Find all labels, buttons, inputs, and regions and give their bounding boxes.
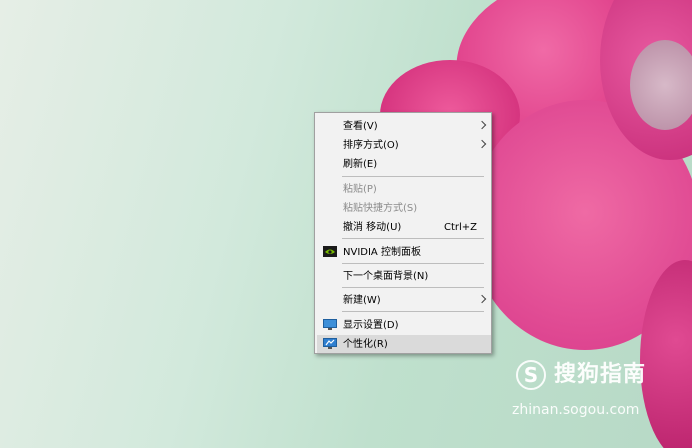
menu-item-label: 个性化(R) bbox=[343, 339, 388, 350]
menu-item-label: 查看(V) bbox=[343, 121, 378, 132]
chevron-right-icon bbox=[477, 139, 487, 149]
menu-item-display-settings[interactable]: 显示设置(D) bbox=[317, 316, 491, 334]
flower-center bbox=[630, 40, 692, 130]
chevron-right-icon bbox=[477, 120, 487, 130]
menu-item-paste[interactable]: 粘贴(P) bbox=[317, 180, 491, 198]
watermark-brand: 搜狗指南 bbox=[554, 362, 647, 387]
chevron-right-icon bbox=[477, 294, 487, 304]
menu-separator bbox=[342, 263, 484, 264]
menu-item-label: 粘贴快捷方式(S) bbox=[343, 203, 418, 214]
menu-separator bbox=[342, 311, 484, 312]
menu-item-refresh[interactable]: 刷新(E) bbox=[317, 155, 491, 173]
menu-item-sort-by[interactable]: 排序方式(O) bbox=[317, 136, 491, 154]
watermark-url: zhinan.sogou.com bbox=[512, 402, 640, 418]
sogou-logo-icon: S bbox=[516, 360, 546, 390]
display-settings-icon bbox=[323, 319, 337, 330]
menu-item-label: 新建(W) bbox=[343, 295, 381, 306]
menu-item-nvidia-control-panel[interactable]: NVIDIA 控制面板 bbox=[317, 243, 491, 261]
menu-separator bbox=[342, 176, 484, 177]
menu-separator bbox=[342, 238, 484, 239]
menu-item-new[interactable]: 新建(W) bbox=[317, 291, 491, 309]
menu-item-label: 显示设置(D) bbox=[343, 320, 399, 331]
sogou-watermark: S 搜狗指南 zhinan.sogou.com bbox=[512, 360, 682, 430]
menu-item-label: 下一个桌面背景(N) bbox=[343, 271, 429, 282]
menu-item-label: 排序方式(O) bbox=[343, 140, 399, 151]
menu-item-shortcut: Ctrl+Z bbox=[443, 222, 477, 233]
menu-item-label: 粘贴(P) bbox=[343, 184, 377, 195]
menu-item-personalize[interactable]: 个性化(R) bbox=[317, 335, 491, 353]
desktop-context-menu: 查看(V) 排序方式(O) 刷新(E) 粘贴(P) 粘贴快捷方式(S) 撤消 移… bbox=[314, 112, 492, 354]
menu-item-label: 撤消 移动(U) bbox=[343, 222, 402, 233]
menu-item-paste-shortcut[interactable]: 粘贴快捷方式(S) bbox=[317, 199, 491, 217]
menu-item-undo-move[interactable]: 撤消 移动(U) Ctrl+Z bbox=[317, 218, 491, 236]
menu-separator bbox=[342, 287, 484, 288]
menu-item-label: NVIDIA 控制面板 bbox=[343, 247, 421, 258]
menu-item-label: 刷新(E) bbox=[343, 159, 378, 170]
personalize-icon bbox=[323, 338, 337, 349]
menu-item-next-desktop-background[interactable]: 下一个桌面背景(N) bbox=[317, 267, 491, 285]
nvidia-icon bbox=[323, 246, 337, 257]
menu-item-view[interactable]: 查看(V) bbox=[317, 117, 491, 135]
